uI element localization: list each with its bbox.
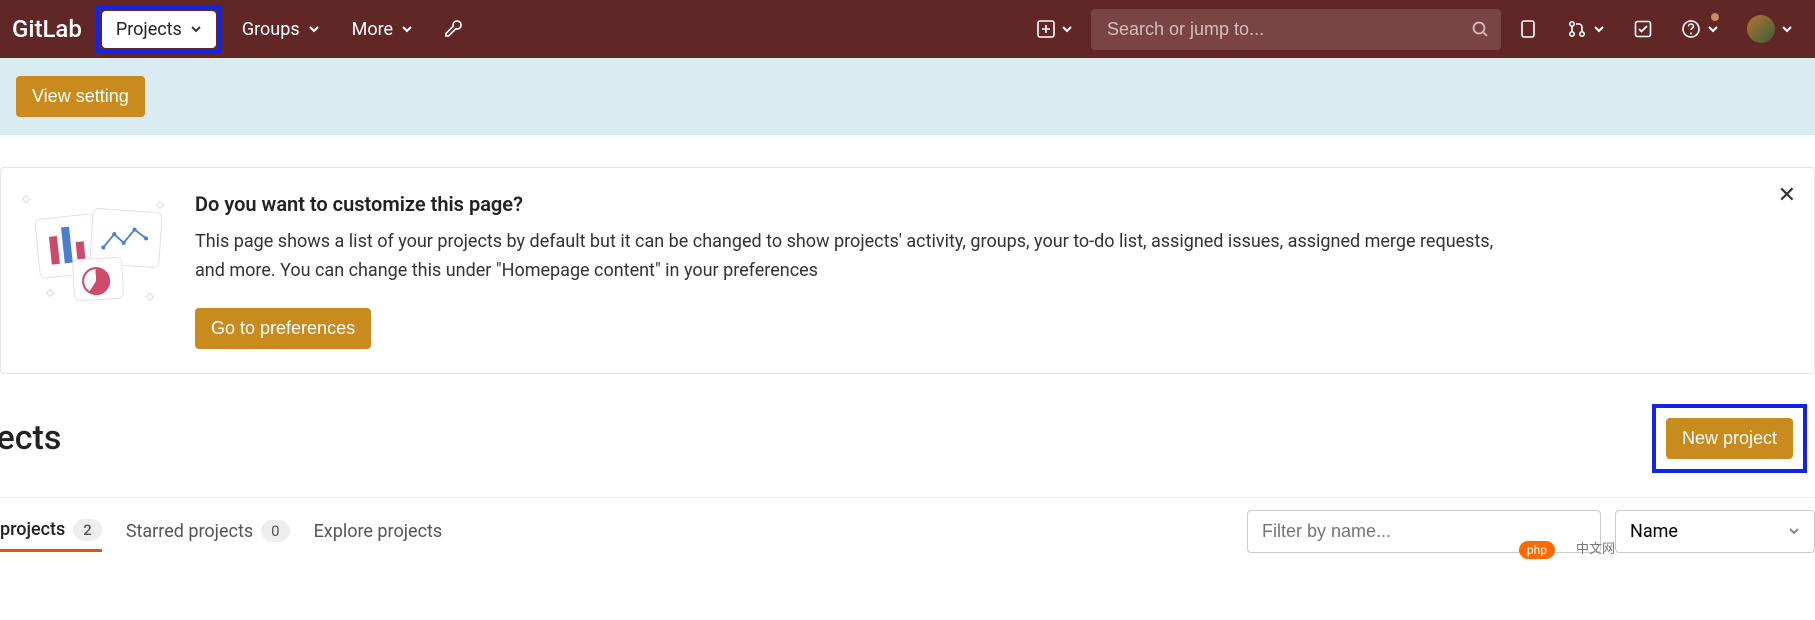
nav-more-label: More <box>352 19 393 40</box>
nav-projects-label: Projects <box>116 19 182 40</box>
projects-nav-highlight: Projects <box>96 5 222 54</box>
nav-groups-dropdown[interactable]: Groups <box>230 11 332 48</box>
new-project-button[interactable]: New project <box>1666 418 1793 459</box>
chevron-down-icon <box>190 23 202 35</box>
tab-your-projects-label: projects <box>0 519 65 540</box>
close-icon: ✕ <box>1778 182 1796 207</box>
tab-explore-projects[interactable]: Explore projects <box>314 513 443 550</box>
starred-count-badge: 0 <box>261 520 289 542</box>
customize-illustration <box>17 192 167 302</box>
info-banner: View setting <box>0 58 1815 135</box>
wrench-icon <box>443 19 463 39</box>
search-icon <box>1471 20 1489 38</box>
avatar <box>1747 15 1775 43</box>
tab-your-projects[interactable]: projects 2 <box>0 511 102 552</box>
chevron-down-icon <box>1061 23 1073 35</box>
search-wrapper <box>1091 9 1501 50</box>
sort-label: Name <box>1630 521 1678 542</box>
tab-explore-label: Explore projects <box>314 521 443 542</box>
tab-starred-projects[interactable]: Starred projects 0 <box>126 512 290 550</box>
user-menu-dropdown[interactable] <box>1737 7 1803 51</box>
issues-button[interactable] <box>1509 11 1549 47</box>
your-projects-count-badge: 2 <box>73 519 102 541</box>
page-title: jects <box>0 418 61 458</box>
customize-body: This page shows a list of your projects … <box>195 228 1515 286</box>
close-callout-button[interactable]: ✕ <box>1778 182 1796 208</box>
issues-icon <box>1519 19 1539 39</box>
help-dropdown[interactable] <box>1671 11 1729 47</box>
create-new-dropdown[interactable] <box>1027 12 1083 46</box>
view-setting-button[interactable]: View setting <box>16 76 145 117</box>
chevron-down-icon <box>1788 525 1800 537</box>
chevron-down-icon <box>1781 23 1793 35</box>
projects-tabs-row: projects 2 Starred projects 0 Explore pr… <box>0 498 1815 565</box>
admin-wrench-button[interactable] <box>433 11 473 47</box>
page-header: jects New project <box>0 374 1815 498</box>
new-project-highlight: New project <box>1652 404 1807 473</box>
merge-requests-dropdown[interactable] <box>1557 11 1615 47</box>
plus-square-icon <box>1037 20 1055 38</box>
customize-callout: Do you want to customize this page? This… <box>0 167 1815 374</box>
watermark-cn-text: 中文网 <box>1576 538 1615 557</box>
todos-button[interactable] <box>1623 11 1663 47</box>
search-input[interactable] <box>1091 9 1501 50</box>
merge-request-icon <box>1567 19 1587 39</box>
customize-heading: Do you want to customize this page? <box>195 192 1515 216</box>
notification-dot-icon <box>1711 13 1719 21</box>
topbar: GitLab Projects Groups More <box>0 0 1815 58</box>
todos-icon <box>1633 19 1653 39</box>
chevron-down-icon <box>401 23 413 35</box>
gitlab-logo-text[interactable]: GitLab <box>12 15 82 43</box>
chevron-down-icon <box>1593 23 1605 35</box>
nav-groups-label: Groups <box>242 19 300 40</box>
pie-chart-icon <box>72 257 124 302</box>
customize-content: Do you want to customize this page? This… <box>195 192 1515 349</box>
nav-projects-dropdown[interactable]: Projects <box>102 11 216 48</box>
tab-starred-label: Starred projects <box>126 521 253 542</box>
chevron-down-icon <box>1707 23 1719 35</box>
go-to-preferences-button[interactable]: Go to preferences <box>195 308 371 349</box>
help-icon <box>1681 19 1701 39</box>
nav-more-dropdown[interactable]: More <box>340 11 425 48</box>
chevron-down-icon <box>308 23 320 35</box>
sort-dropdown[interactable]: Name <box>1615 510 1815 553</box>
watermark-php-logo: php <box>1519 541 1555 559</box>
